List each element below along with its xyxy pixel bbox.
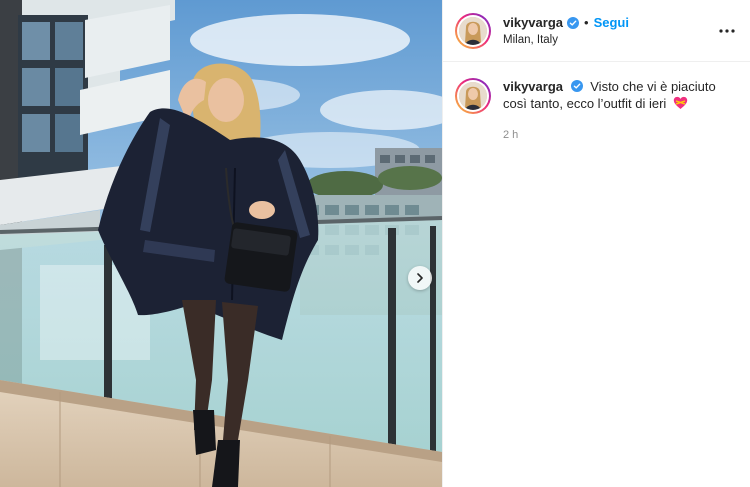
caption-username-link[interactable]: vikyvarga [503,79,563,94]
location-link[interactable]: Milan, Italy [503,34,629,46]
more-options-button[interactable] [718,22,736,40]
avatar-image [459,82,487,110]
verified-badge-icon [567,16,579,29]
chevron-right-icon [417,273,423,283]
post-timestamp: 2 h [503,129,519,141]
post-photo[interactable] [0,0,442,487]
post-panel: vikyvarga • Segui Milan, Italy vikyvarga… [442,0,750,487]
username-link[interactable]: vikyvarga [503,15,563,30]
carousel-next-button[interactable] [408,266,432,290]
avatar-image [459,16,487,45]
follow-button[interactable]: Segui [594,15,629,30]
caption-body: vikyvarga Visto che vi è piaciuto così t… [503,78,733,144]
more-horizontal-icon [719,29,735,33]
header-separator: • [584,15,589,30]
verified-badge-icon [570,80,583,92]
heart-with-ribbon-icon [673,96,688,114]
avatar[interactable] [455,12,491,49]
post-image [0,0,442,487]
caption-comment: vikyvarga Visto che vi è piaciuto così t… [443,62,750,144]
post-header: vikyvarga • Segui Milan, Italy [443,0,750,62]
caption-avatar[interactable] [455,78,491,114]
